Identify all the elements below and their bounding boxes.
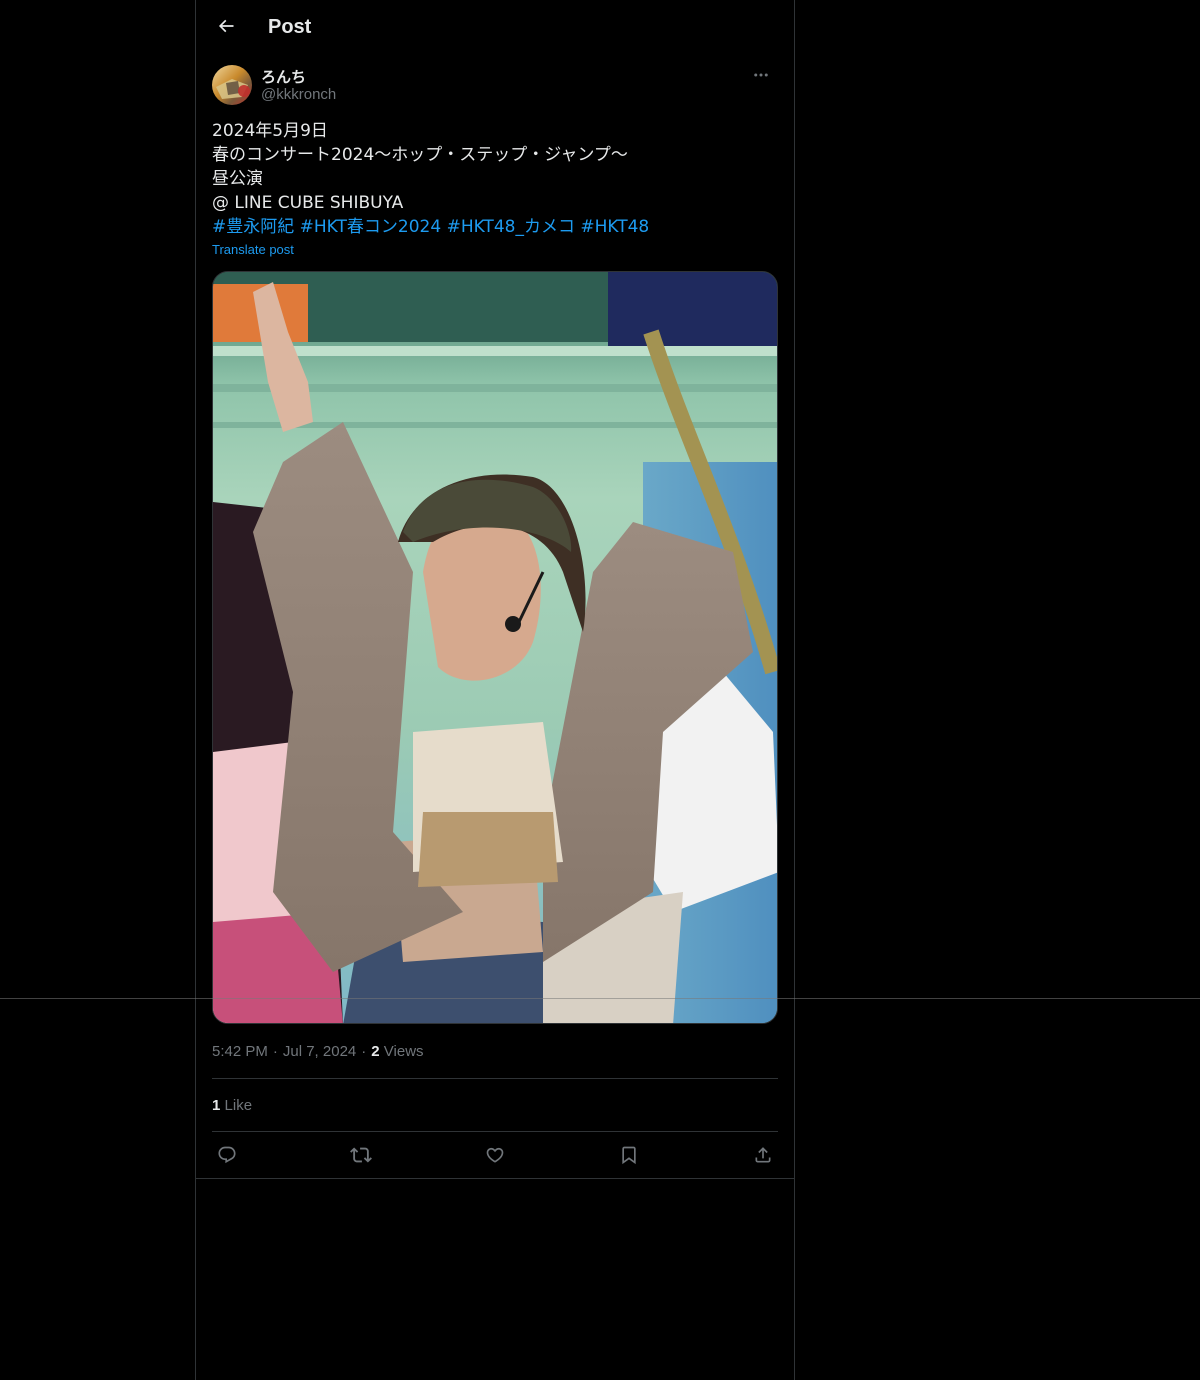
hashtag-link[interactable]: #HKT48_カメコ [447,217,575,237]
meta-separator: · [272,1043,278,1060]
share-button[interactable] [748,1141,778,1169]
heart-icon [485,1145,505,1165]
bookmark-icon [619,1145,639,1165]
hashtag-link[interactable]: #HKT春コン2024 [300,217,442,237]
overlay-guide-line [0,998,1200,999]
meta-separator: · [361,1043,367,1060]
views-label: Views [383,1043,424,1060]
like-button[interactable] [480,1141,510,1169]
user-handle[interactable]: @kkkronch [261,86,336,103]
repost-icon [350,1144,372,1166]
divider [196,1178,794,1179]
divider [212,1078,778,1079]
share-icon [753,1145,773,1165]
action-bar [212,1141,778,1169]
display-name[interactable]: ろんち [261,66,306,87]
reply-icon [217,1145,237,1165]
likes-stat[interactable]: 1 Like [212,1096,252,1116]
arrow-left-icon [216,16,236,36]
post-time[interactable]: 5:42 PM [212,1043,268,1060]
views-count: 2 [371,1043,380,1060]
hashtag-link[interactable]: #HKT48 [580,217,649,237]
avatar[interactable] [212,65,252,105]
post-text-line: @ LINE CUBE SHIBUYA [212,193,404,213]
post-metadata: 5:42 PM · Jul 7, 2024 · 2 Views [212,1042,424,1062]
post-text-line: 2024年5月9日 [212,121,328,141]
translate-post-link[interactable]: Translate post [212,242,294,257]
post-date[interactable]: Jul 7, 2024 [283,1043,356,1060]
reply-button[interactable] [212,1141,242,1169]
back-button[interactable] [208,8,244,44]
more-horizontal-icon [752,66,770,84]
divider [212,1131,778,1132]
primary-column: Post ろんち @kkkronch 2024年5月9日 春のコンサート2024… [195,0,795,1380]
hashtag-line: #豊永阿紀 #HKT春コン2024 #HKT48_カメコ #HKT48 [212,215,778,239]
hashtag-link[interactable]: #豊永阿紀 [212,217,294,237]
likes-label: Like [224,1097,253,1114]
more-options-button[interactable] [744,64,778,86]
post-text-line: 春のコンサート2024〜ホップ・ステップ・ジャンプ〜 [212,145,628,165]
repost-button[interactable] [346,1141,376,1169]
page-title: Post [268,16,312,38]
post-photo[interactable] [212,271,778,1024]
bookmark-button[interactable] [614,1141,644,1169]
top-bar: Post [196,0,794,53]
post-author: ろんち @kkkronch [212,64,778,108]
post-text-line: 昼公演 [212,169,263,189]
likes-count: 1 [212,1097,221,1114]
post-text: 2024年5月9日 春のコンサート2024〜ホップ・ステップ・ジャンプ〜 昼公演… [212,119,778,239]
